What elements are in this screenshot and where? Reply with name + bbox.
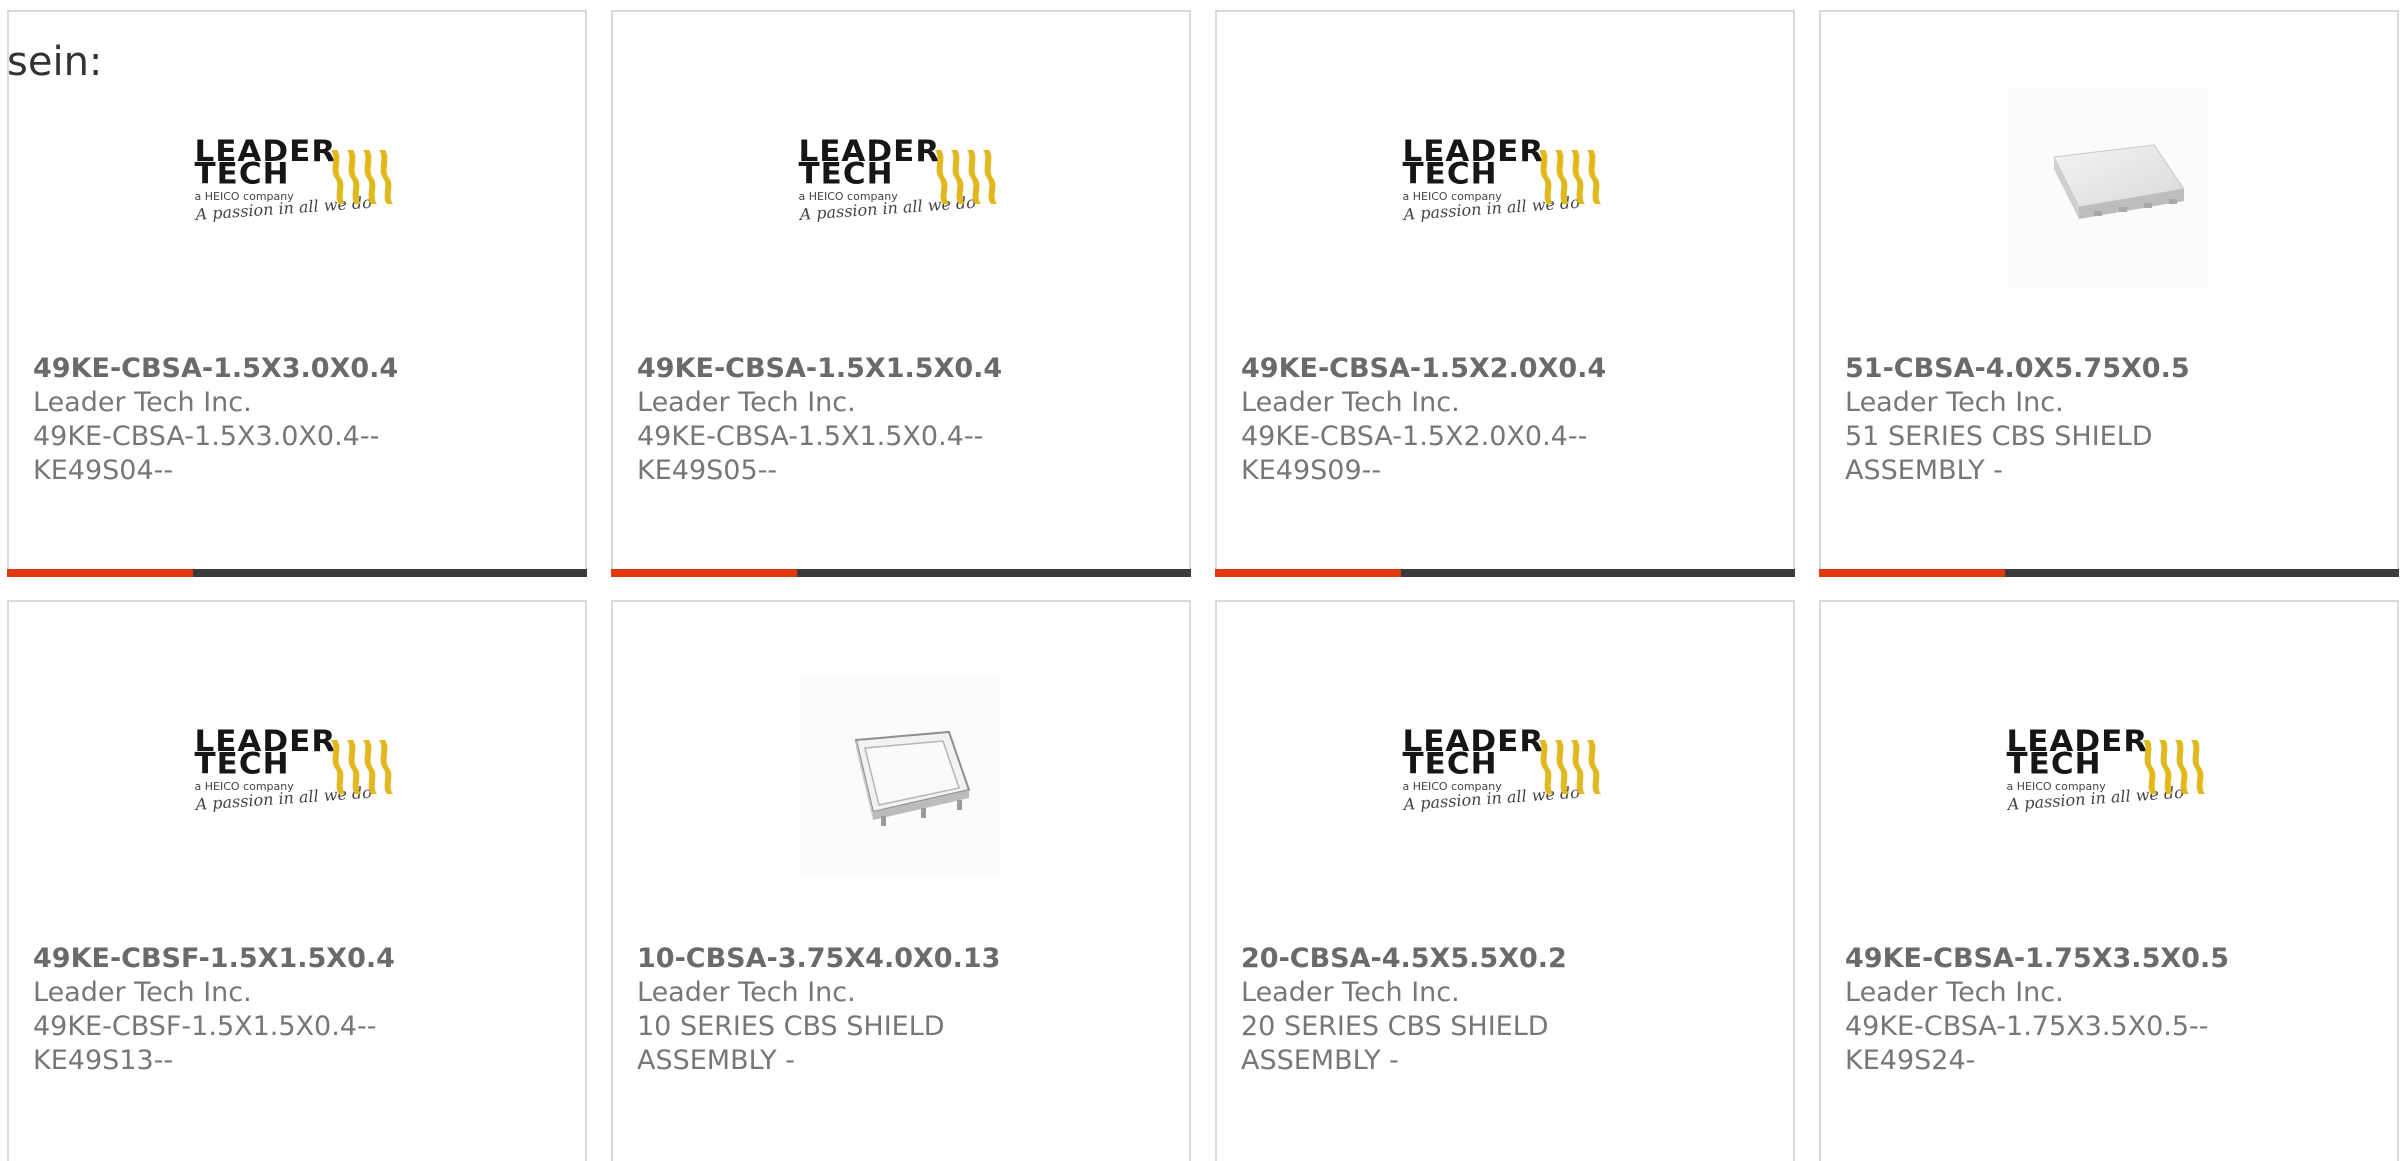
logo-stripes-icon [330,739,393,794]
product-image[interactable]: LEADER TECH a HEICO company A passion in… [9,87,585,287]
product-image[interactable]: LEADER TECH a HEICO company A passion in… [1217,677,1793,877]
product-card[interactable]: 10-CBSA-3.75X4.0X0.13 Leader Tech Inc. 10 … [611,600,1191,1161]
product-image[interactable]: LEADER TECH a HEICO company A passion in… [9,677,585,877]
intro-text: sein: [7,39,103,85]
product-info: 49KE-CBSF-1.5X1.5X0.4 Leader Tech Inc. 49K… [33,942,561,1078]
leader-tech-logo: LEADER TECH a HEICO company A passion in… [2007,726,2212,825]
product-info: 51-CBSA-4.0X5.75X0.5 Leader Tech Inc. 51 S… [1845,352,2373,488]
manufacturer-name: Leader Tech Inc. [33,977,252,1008]
part-number[interactable]: 49KE-CBSA-1.5X3.0X0.4 [33,352,561,386]
product-info: 49KE-CBSA-1.5X1.5X0.4 Leader Tech Inc. 49K… [637,352,1165,488]
logo-stripes-icon [1538,149,1601,204]
product-info: 10-CBSA-3.75X4.0X0.13 Leader Tech Inc. 10 … [637,942,1165,1078]
product-card[interactable]: LEADER TECH a HEICO company A passion in… [1215,600,1795,1161]
leader-tech-logo: LEADER TECH a HEICO company A passion in… [799,136,1004,235]
shield-frame-icon [854,730,971,826]
card-progress-bar [1819,569,2399,577]
logo-stripes-icon [1538,739,1601,794]
product-description: KE49S05-- [637,455,778,486]
manufacturer-name: Leader Tech Inc. [1241,977,1460,1008]
leader-tech-logo: LEADER TECH a HEICO company A passion in… [195,136,400,235]
leader-tech-logo: LEADER TECH a HEICO company A passion in… [195,726,400,825]
product-description: 49KE-CBSA-1.5X3.0X0.4-- [33,421,380,452]
product-image[interactable] [613,677,1189,877]
product-grid: LEADER TECH a HEICO company A passion in… [7,10,2401,1161]
product-description: 10 SERIES CBS SHIELD [637,1011,945,1042]
card-progress-fill [7,569,193,577]
product-description: KE49S13-- [33,1045,174,1076]
product-description: 20 SERIES CBS SHIELD [1241,1011,1549,1042]
product-info: 49KE-CBSA-1.75X3.5X0.5 Leader Tech Inc. 49… [1845,942,2373,1078]
product-description: 51 SERIES CBS SHIELD [1845,421,2153,452]
product-description: 49KE-CBSA-1.5X2.0X0.4-- [1241,421,1588,452]
part-number[interactable]: 10-CBSA-3.75X4.0X0.13 [637,942,1165,976]
product-card[interactable]: LEADER TECH a HEICO company A passion in… [1215,10,1795,577]
manufacturer-name: Leader Tech Inc. [33,387,252,418]
product-card[interactable]: LEADER TECH a HEICO company A passion in… [611,10,1191,577]
product-description: ASSEMBLY - [1241,1045,1399,1076]
manufacturer-name: Leader Tech Inc. [1845,977,2064,1008]
part-number[interactable]: 49KE-CBSA-1.75X3.5X0.5 [1845,942,2373,976]
card-progress-fill [1819,569,2005,577]
manufacturer-name: Leader Tech Inc. [1241,387,1460,418]
card-progress-bar [1215,569,1795,577]
product-card[interactable]: 51-CBSA-4.0X5.75X0.5 Leader Tech Inc. 51 S… [1819,10,2399,577]
product-description: KE49S24- [1845,1045,1976,1076]
card-progress-fill [1215,569,1401,577]
product-image[interactable]: LEADER TECH a HEICO company A passion in… [1821,677,2397,877]
logo-stripes-icon [2142,739,2205,794]
card-progress-bar [611,569,1191,577]
manufacturer-name: Leader Tech Inc. [637,387,856,418]
leader-tech-logo: LEADER TECH a HEICO company A passion in… [1403,726,1608,825]
shield-photo-flat [2009,87,2209,287]
product-image[interactable]: LEADER TECH a HEICO company A passion in… [1217,87,1793,287]
product-description: ASSEMBLY - [637,1045,795,1076]
card-progress-bar [7,569,587,577]
product-grid-page: sein: LEADER TECH a HEICO company A pass… [0,0,2407,1161]
part-number[interactable]: 49KE-CBSA-1.5X2.0X0.4 [1241,352,1769,386]
logo-stripes-icon [934,149,997,204]
card-progress-fill [611,569,797,577]
product-card[interactable]: LEADER TECH a HEICO company A passion in… [7,10,587,577]
logo-stripes-icon [330,149,393,204]
product-info: 49KE-CBSA-1.5X2.0X0.4 Leader Tech Inc. 49K… [1241,352,1769,488]
product-description: KE49S04-- [33,455,174,486]
manufacturer-name: Leader Tech Inc. [637,977,856,1008]
shield-photo-frame [801,677,1001,877]
product-description: ASSEMBLY - [1845,455,2003,486]
part-number[interactable]: 51-CBSA-4.0X5.75X0.5 [1845,352,2373,386]
product-description: 49KE-CBSA-1.5X1.5X0.4-- [637,421,984,452]
part-number[interactable]: 20-CBSA-4.5X5.5X0.2 [1241,942,1769,976]
product-image[interactable]: LEADER TECH a HEICO company A passion in… [613,87,1189,287]
part-number[interactable]: 49KE-CBSA-1.5X1.5X0.4 [637,352,1165,386]
product-description: 49KE-CBSF-1.5X1.5X0.4-- [33,1011,377,1042]
manufacturer-name: Leader Tech Inc. [1845,387,2064,418]
product-description: KE49S09-- [1241,455,1382,486]
leader-tech-logo: LEADER TECH a HEICO company A passion in… [1403,136,1608,235]
product-info: 49KE-CBSA-1.5X3.0X0.4 Leader Tech Inc. 49K… [33,352,561,488]
product-description: 49KE-CBSA-1.75X3.5X0.5-- [1845,1011,2209,1042]
shield-flat-icon [2053,144,2185,219]
product-card[interactable]: LEADER TECH a HEICO company A passion in… [7,600,587,1161]
part-number[interactable]: 49KE-CBSF-1.5X1.5X0.4 [33,942,561,976]
product-image[interactable] [1821,87,2397,287]
product-card[interactable]: LEADER TECH a HEICO company A passion in… [1819,600,2399,1161]
product-info: 20-CBSA-4.5X5.5X0.2 Leader Tech Inc. 20 SE… [1241,942,1769,1078]
